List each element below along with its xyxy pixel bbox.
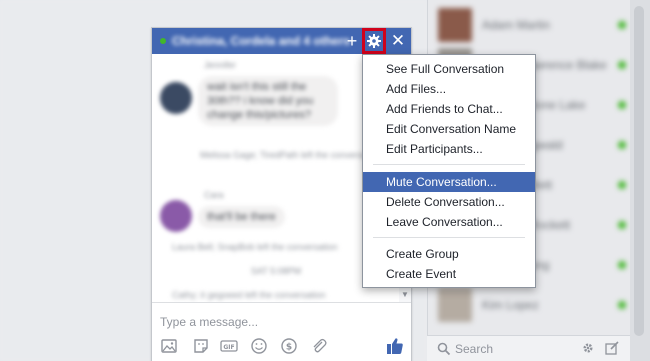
menu-item-edit-conversation-name[interactable]: Edit Conversation Name <box>363 119 535 139</box>
contact-item[interactable]: Adam Martin <box>438 8 626 42</box>
menu-item-create-event[interactable]: Create Event <box>363 264 535 284</box>
menu-item-add-friends[interactable]: Add Friends to Chat... <box>363 99 535 119</box>
thumbs-up-icon[interactable] <box>385 336 405 356</box>
svg-text:$: $ <box>286 343 292 353</box>
online-indicator <box>618 261 626 269</box>
menu-item-leave-conversation[interactable]: Leave Conversation... <box>363 212 535 232</box>
gear-icon[interactable] <box>362 28 386 54</box>
conversation-options-menu: See Full Conversation Add Files... Add F… <box>362 54 536 288</box>
close-icon[interactable]: ✕ <box>390 31 406 51</box>
scroll-down-icon[interactable]: ▼ <box>401 290 409 299</box>
attachment-icon[interactable] <box>310 337 328 355</box>
sidebar-search-bar: Search <box>427 335 630 361</box>
emoji-icon[interactable] <box>250 337 268 355</box>
photo-icon[interactable] <box>160 337 178 355</box>
compose-icon[interactable] <box>605 341 619 355</box>
chat-header[interactable]: Christina, Cordela and 4 others + ✕ <box>152 28 411 54</box>
menu-item-mute-conversation[interactable]: Mute Conversation... <box>363 172 535 192</box>
avatar <box>160 200 192 232</box>
gif-icon[interactable]: GIF <box>220 337 238 355</box>
message-bubble: wait isn't this still the 30th?? i know … <box>198 76 338 126</box>
menu-item-see-full-conversation[interactable]: See Full Conversation <box>363 59 535 79</box>
menu-divider <box>373 237 525 238</box>
add-people-icon[interactable]: + <box>344 31 360 51</box>
contact-name: Adam Martin <box>482 18 551 32</box>
message-input[interactable]: Type a message... <box>160 315 258 329</box>
composer: Type a message... GIF $ <box>152 302 411 361</box>
system-message: Melissa Gage; TiredPath left the convers… <box>200 150 382 160</box>
message-bubble: that'll be there <box>198 206 285 228</box>
scrollbar-thumb[interactable] <box>634 6 644 336</box>
menu-item-delete-conversation[interactable]: Delete Conversation... <box>363 192 535 212</box>
online-indicator <box>618 101 626 109</box>
svg-text:GIF: GIF <box>223 344 234 351</box>
sidebar-search-input[interactable]: Search <box>455 342 493 356</box>
contact-name: Kim Lopez <box>482 298 539 312</box>
search-icon <box>437 342 451 356</box>
menu-item-create-group[interactable]: Create Group <box>363 244 535 264</box>
chat-title[interactable]: Christina, Cordela and 4 others <box>172 34 350 48</box>
message-sender: Jennifer <box>204 60 237 70</box>
message-sender: Cara <box>204 190 224 200</box>
menu-divider <box>373 164 525 165</box>
system-message: Cathy; it gegoeed left the conversation <box>172 290 326 300</box>
sticker-icon[interactable] <box>192 337 210 355</box>
online-indicator <box>618 301 626 309</box>
gear-icon[interactable] <box>581 341 595 355</box>
menu-item-edit-participants[interactable]: Edit Participants... <box>363 139 535 159</box>
online-indicator <box>618 221 626 229</box>
online-indicator <box>618 141 626 149</box>
online-indicator <box>618 21 626 29</box>
system-message: Laura Bell; SnapBob left the conversatio… <box>172 242 338 252</box>
avatar <box>160 82 192 114</box>
online-indicator <box>618 181 626 189</box>
contact-avatar <box>438 288 472 322</box>
online-indicator <box>160 38 166 44</box>
payment-icon[interactable]: $ <box>280 337 298 355</box>
online-indicator <box>618 61 626 69</box>
menu-item-add-files[interactable]: Add Files... <box>363 79 535 99</box>
contact-item[interactable]: Kim Lopez <box>438 288 626 322</box>
contact-avatar <box>438 8 472 42</box>
page-scrollbar[interactable] <box>630 0 650 361</box>
